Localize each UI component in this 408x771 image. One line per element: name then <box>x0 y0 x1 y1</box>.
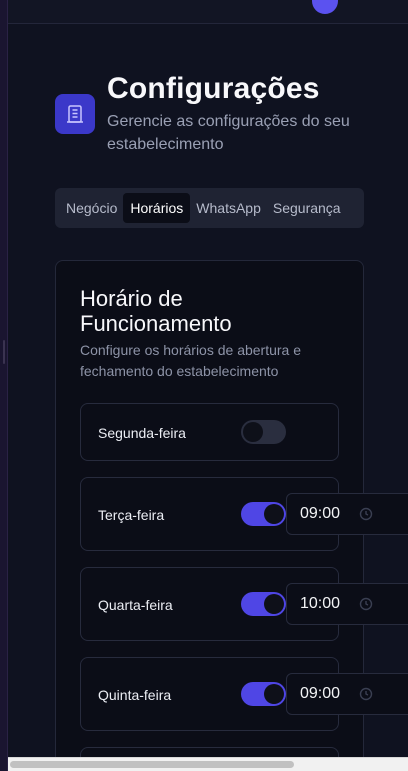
tab-horarios[interactable]: Horários <box>123 193 191 223</box>
day-label: Quinta-feira <box>98 687 172 703</box>
day-toggle[interactable] <box>241 502 286 526</box>
time-value: 10:00 <box>300 595 341 612</box>
day-label: Terça-feira <box>98 507 165 523</box>
card-title: Horário de Funcionamento <box>80 286 232 336</box>
day-row-quarta: Quarta-feira 10:00 <box>80 567 408 641</box>
clock-icon[interactable] <box>359 597 373 611</box>
tab-seguranca[interactable]: Segurança <box>267 193 347 223</box>
day-toggle[interactable] <box>241 592 286 616</box>
toggle-knob <box>264 504 284 524</box>
left-rail <box>0 0 8 771</box>
day-toggle[interactable] <box>241 682 286 706</box>
open-time-input[interactable]: 09:00 <box>286 493 408 535</box>
resize-handle[interactable] <box>3 340 5 364</box>
day-label: Quarta-feira <box>98 597 173 613</box>
building-icon <box>55 94 95 134</box>
scrollbar-thumb[interactable] <box>10 761 294 768</box>
card-description: Configure os horários de abertura e fech… <box>80 342 302 379</box>
toggle-knob <box>264 594 284 614</box>
settings-tabs: Negócio Horários WhatsApp Segurança <box>55 188 364 228</box>
horizontal-scrollbar[interactable] <box>8 757 408 771</box>
time-value: 09:00 <box>300 505 341 522</box>
tab-negocio[interactable]: Negócio <box>60 193 123 223</box>
page-title: Configurações <box>107 72 320 105</box>
toggle-knob <box>243 422 263 442</box>
avatar[interactable] <box>312 0 338 14</box>
tab-whatsapp[interactable]: WhatsApp <box>190 193 267 223</box>
day-toggle[interactable] <box>241 420 286 444</box>
toggle-knob <box>264 684 284 704</box>
time-value: 09:00 <box>300 685 341 702</box>
day-row-segunda: Segunda-feira <box>80 403 339 461</box>
top-bar <box>8 0 408 24</box>
page-subtitle: Gerencie as configurações do seu estabel… <box>107 113 350 153</box>
day-row-terca: Terça-feira 09:00 <box>80 477 408 551</box>
day-row-quinta: Quinta-feira 09:00 <box>80 657 408 731</box>
open-time-input[interactable]: 09:00 <box>286 673 408 715</box>
clock-icon[interactable] <box>359 687 373 701</box>
clock-icon[interactable] <box>359 507 373 521</box>
open-time-input[interactable]: 10:00 <box>286 583 408 625</box>
day-label: Segunda-feira <box>98 425 186 441</box>
